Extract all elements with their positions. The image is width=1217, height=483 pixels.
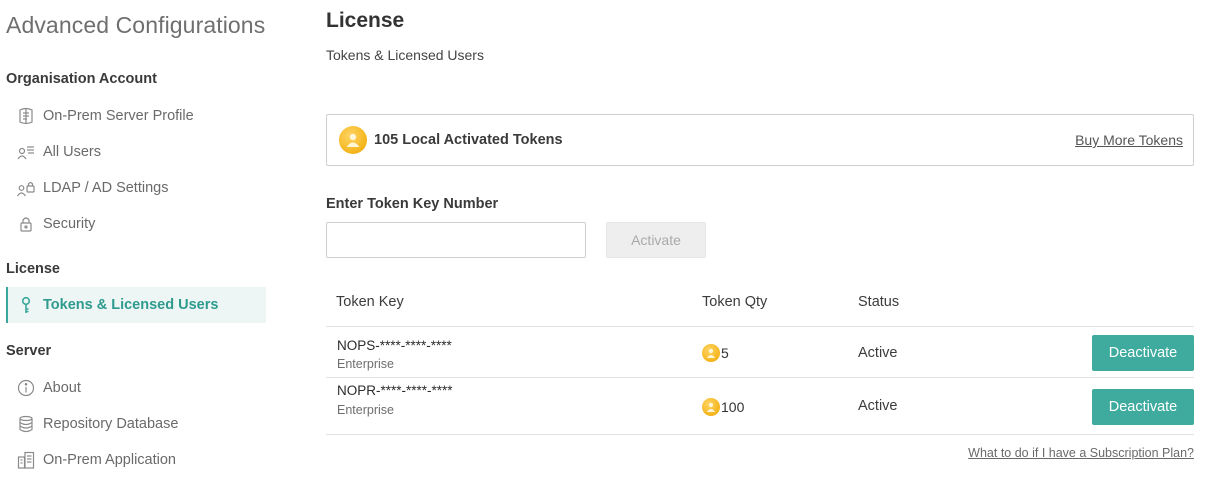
sidebar-item-label: All Users: [43, 144, 102, 160]
activated-tokens-count: 105 Local Activated Tokens: [374, 132, 563, 148]
deactivate-button[interactable]: Deactivate: [1092, 389, 1194, 425]
sidebar-item-label: On-Prem Server Profile: [43, 108, 194, 124]
lock-icon: [16, 214, 36, 234]
sidebar-item-about[interactable]: About: [6, 370, 266, 406]
app-title: Advanced Configurations: [6, 12, 266, 38]
token-key-input[interactable]: [326, 222, 586, 258]
token-edition: Enterprise: [337, 403, 394, 417]
sidebar-item-all-users[interactable]: All Users: [6, 134, 266, 170]
sidebar-item-tokens-licensed-users[interactable]: Tokens & Licensed Users: [6, 287, 266, 323]
sidebar-item-label: Security: [43, 216, 96, 232]
column-header-token-qty: Token Qty: [702, 294, 768, 310]
sidebar-item-on-prem-server-profile[interactable]: On-Prem Server Profile: [6, 98, 266, 134]
database-icon: [16, 414, 36, 434]
sidebar-item-label: Repository Database: [43, 416, 179, 432]
token-qty-value: 5: [721, 345, 729, 361]
info-icon: [16, 378, 36, 398]
token-coin-icon: [702, 398, 720, 416]
users-list-icon: [16, 142, 36, 162]
table-row: NOPS-****-****-**** Enterprise 5 Active …: [326, 327, 1194, 378]
main-content: License Tokens & Licensed Users 105 Loca…: [326, 0, 1196, 483]
token-qty-value: 100: [721, 399, 745, 415]
sidebar-item-ldap-ad-settings[interactable]: LDAP / AD Settings: [6, 170, 266, 206]
key-icon: [16, 295, 36, 315]
deactivate-button[interactable]: Deactivate: [1092, 335, 1194, 371]
token-edition: Enterprise: [337, 357, 394, 371]
token-qty: 100: [702, 398, 744, 416]
token-key-value: NOPS-****-****-****: [337, 338, 452, 353]
column-header-token-key: Token Key: [336, 294, 404, 310]
sidebar-item-label: Tokens & Licensed Users: [43, 297, 219, 313]
token-key-value: NOPR-****-****-****: [337, 383, 453, 398]
column-header-status: Status: [858, 294, 900, 310]
section-label-license: License: [6, 261, 60, 277]
server-profile-icon: [16, 106, 36, 126]
section-label-server: Server: [6, 343, 52, 359]
sidebar-item-label: LDAP / AD Settings: [43, 180, 169, 196]
tokens-summary-card: 105 Local Activated Tokens Buy More Toke…: [326, 114, 1194, 166]
token-status: Active: [858, 398, 898, 414]
sidebar-item-repository-database[interactable]: Repository Database: [6, 406, 266, 442]
sidebar-item-on-prem-application[interactable]: On-Prem Application: [6, 442, 266, 478]
sidebar-item-label: About: [43, 380, 81, 396]
table-row: NOPR-****-****-**** Enterprise 100 Activ…: [326, 378, 1194, 435]
sidebar: Advanced Configurations Organisation Acc…: [0, 0, 270, 483]
page-subtitle: Tokens & Licensed Users: [326, 47, 484, 63]
buy-more-tokens-link[interactable]: Buy More Tokens: [1075, 132, 1183, 148]
subscription-plan-help-link[interactable]: What to do if I have a Subscription Plan…: [968, 446, 1194, 460]
page-title: License: [326, 9, 405, 32]
token-key-label: Enter Token Key Number: [326, 196, 499, 212]
section-label-organisation-account: Organisation Account: [6, 71, 157, 87]
activate-button[interactable]: Activate: [606, 222, 706, 258]
sidebar-item-label: On-Prem Application: [43, 452, 176, 468]
token-status: Active: [858, 345, 898, 361]
sidebar-item-security[interactable]: Security: [6, 206, 266, 242]
table-header: Token Key Token Qty Status: [326, 280, 1194, 327]
token-qty: 5: [702, 344, 729, 362]
ldap-lock-icon: [16, 178, 36, 198]
token-coin-icon: [702, 344, 720, 362]
token-coin-icon: [339, 126, 367, 154]
application-icon: [16, 450, 36, 470]
